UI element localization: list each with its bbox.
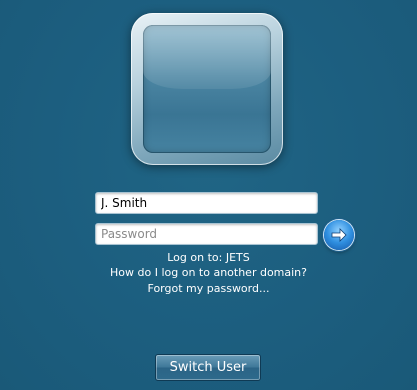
user-tile-frame xyxy=(131,13,283,165)
user-tile-gloss xyxy=(143,25,271,89)
user-tile-picture xyxy=(143,25,271,153)
forgot-password-link[interactable]: Forgot my password... xyxy=(0,281,417,297)
logon-screen: Log on to: JETS How do I log on to anoth… xyxy=(0,0,417,390)
username-field[interactable] xyxy=(95,192,318,214)
arrow-right-icon xyxy=(331,228,347,242)
password-field[interactable] xyxy=(95,223,318,245)
submit-arrow-button[interactable] xyxy=(324,220,354,250)
logon-domain-text: Log on to: JETS xyxy=(167,251,250,264)
switch-user-button[interactable]: Switch User xyxy=(155,354,261,381)
other-domain-link[interactable]: How do I log on to another domain? xyxy=(0,265,417,281)
